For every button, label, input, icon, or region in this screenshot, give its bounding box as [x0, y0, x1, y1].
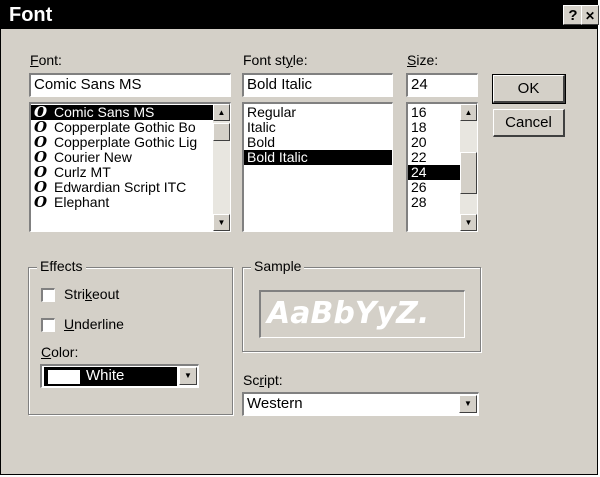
- color-select[interactable]: White ▼: [40, 364, 199, 388]
- list-item-label: 26: [411, 180, 427, 195]
- chevron-down-icon[interactable]: ▼: [179, 367, 197, 385]
- scroll-thumb[interactable]: [460, 152, 477, 194]
- size-label: Size:: [407, 52, 439, 68]
- list-item-label: 18: [411, 120, 427, 135]
- list-item-label: Copperplate Gothic Bo: [54, 120, 196, 135]
- list-item-label: Regular: [247, 105, 297, 120]
- sample-title: Sample: [251, 258, 305, 274]
- list-item-label: Curlz MT: [54, 165, 111, 180]
- list-item[interactable]: 18: [408, 120, 460, 135]
- list-item[interactable]: 28: [408, 195, 460, 210]
- strikeout-checkbox[interactable]: [41, 288, 55, 302]
- font-dialog: Font ? ✕ Font: Comic Sans MS O Comic Sans…: [0, 0, 599, 475]
- underline-label: Underline: [64, 316, 124, 332]
- list-item[interactable]: 24: [408, 165, 460, 180]
- list-item[interactable]: Italic: [244, 120, 392, 135]
- list-item-label: Italic: [247, 120, 276, 135]
- title-bar: Font ? ✕: [1, 1, 599, 29]
- font-input[interactable]: Comic Sans MS: [29, 73, 231, 97]
- scroll-thumb[interactable]: [213, 123, 230, 141]
- cancel-button[interactable]: Cancel: [493, 109, 565, 137]
- list-item-label: 22: [411, 150, 427, 165]
- script-value: Western: [247, 395, 303, 412]
- list-item-label: Comic Sans MS: [54, 105, 155, 120]
- scroll-down-icon[interactable]: ▼: [460, 214, 477, 231]
- ok-button[interactable]: OK: [492, 74, 566, 104]
- list-item[interactable]: 22: [408, 150, 460, 165]
- list-item[interactable]: O Elephant: [31, 195, 213, 210]
- size-input[interactable]: 24: [406, 73, 478, 97]
- size-list-scrollbar[interactable]: ▲ ▼: [460, 104, 477, 231]
- list-item[interactable]: O Comic Sans MS: [31, 105, 213, 120]
- chevron-down-icon[interactable]: ▼: [459, 395, 477, 413]
- font-style-label: Font style:: [243, 52, 308, 68]
- underline-checkbox[interactable]: [41, 318, 55, 332]
- list-item[interactable]: 26: [408, 180, 460, 195]
- list-item[interactable]: Bold: [244, 135, 392, 150]
- list-item[interactable]: 16: [408, 105, 460, 120]
- list-item-label: Bold Italic: [247, 150, 308, 165]
- list-item-label: Elephant: [54, 195, 110, 210]
- list-item[interactable]: 20: [408, 135, 460, 150]
- opentype-font-icon: O: [34, 195, 48, 210]
- font-style-input[interactable]: Bold Italic: [242, 73, 393, 97]
- effects-group: Effects Strikeout Underline Color: White…: [28, 258, 233, 415]
- sample-group: Sample AaBbYyZ.: [242, 258, 481, 352]
- sample-preview: AaBbYyZ.: [259, 290, 465, 338]
- scroll-down-icon[interactable]: ▼: [213, 214, 230, 231]
- list-item[interactable]: Regular: [244, 105, 392, 120]
- list-item-label: 20: [411, 135, 427, 150]
- list-item-label: 24: [411, 165, 427, 180]
- script-select[interactable]: Western ▼: [242, 392, 479, 416]
- list-item-label: Bold: [247, 135, 276, 150]
- font-list[interactable]: O Comic Sans MS O Copperplate Gothic Bo O Cop…: [29, 102, 231, 232]
- size-list[interactable]: 16 18 20 22 24 26 28 ▲ ▼: [406, 102, 478, 232]
- script-label: Script:: [243, 372, 283, 388]
- help-button[interactable]: ?: [563, 5, 583, 25]
- opentype-font-icon: O: [34, 135, 48, 150]
- color-value: White: [86, 367, 125, 384]
- close-button[interactable]: ✕: [581, 5, 599, 25]
- scroll-up-icon[interactable]: ▲: [460, 104, 477, 121]
- strikeout-label: Strikeout: [64, 286, 120, 302]
- scroll-up-icon[interactable]: ▲: [213, 104, 230, 121]
- opentype-font-icon: O: [34, 180, 48, 195]
- list-item-label: 16: [411, 105, 427, 120]
- color-label: Color:: [41, 344, 79, 360]
- list-item[interactable]: O Copperplate Gothic Bo: [31, 120, 213, 135]
- list-item-label: Courier New: [54, 150, 132, 165]
- dialog-title: Font: [9, 4, 53, 26]
- effects-title: Effects: [37, 258, 86, 274]
- list-item-label: Copperplate Gothic Lig: [54, 135, 198, 150]
- list-item[interactable]: O Courier New: [31, 150, 213, 165]
- list-item[interactable]: Bold Italic: [244, 150, 392, 165]
- opentype-font-icon: O: [34, 165, 48, 180]
- font-style-list[interactable]: Regular Italic Bold Bold Italic: [242, 102, 393, 232]
- font-list-scrollbar[interactable]: ▲ ▼: [213, 104, 230, 231]
- list-item-label: Edwardian Script ITC: [54, 180, 187, 195]
- sample-text: AaBbYyZ.: [267, 296, 430, 331]
- opentype-font-icon: O: [34, 105, 48, 120]
- list-item-label: 28: [411, 195, 427, 210]
- font-label: Font:: [30, 52, 62, 68]
- list-item[interactable]: O Copperplate Gothic Lig: [31, 135, 213, 150]
- color-swatch: [48, 370, 80, 384]
- list-item[interactable]: O Edwardian Script ITC: [31, 180, 213, 195]
- list-item[interactable]: O Curlz MT: [31, 165, 213, 180]
- opentype-font-icon: O: [34, 120, 48, 135]
- opentype-font-icon: O: [34, 150, 48, 165]
